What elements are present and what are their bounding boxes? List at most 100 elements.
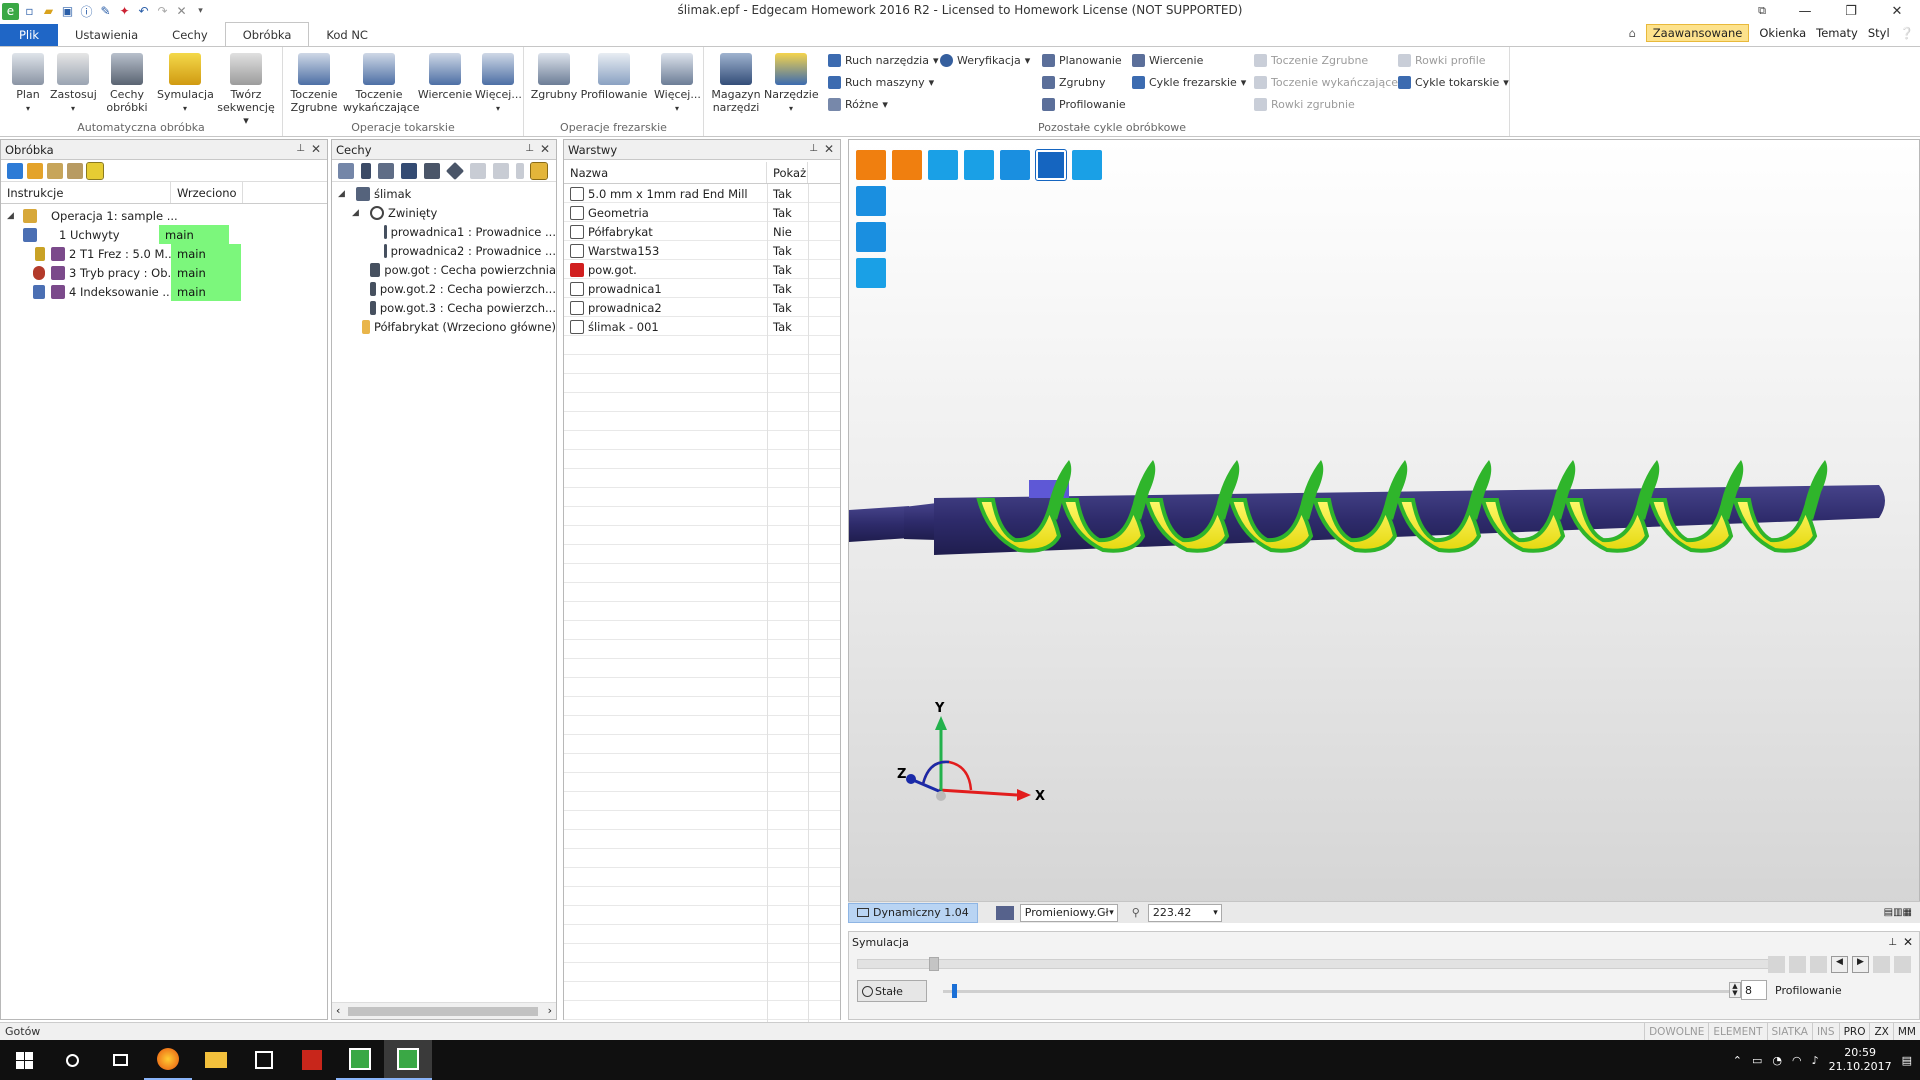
store-icon[interactable]	[240, 1040, 288, 1080]
layer-row[interactable]: Geometria Tak	[564, 203, 840, 222]
layer-row[interactable]: ślimak - 001 Tak	[564, 317, 840, 336]
scroll-right-icon[interactable]: ›	[548, 1004, 552, 1017]
mode-siatka[interactable]: SIATKA	[1766, 1023, 1812, 1041]
zgrubny-button[interactable]: Zgrubny	[530, 53, 578, 101]
wiecej-frezarskie-button[interactable]: Więcej... ▾	[654, 53, 701, 115]
collapse-triangle-icon[interactable]: ◢	[7, 211, 17, 221]
lock-icon[interactable]	[530, 161, 548, 180]
open-folder-icon[interactable]: ▰	[40, 3, 57, 20]
task-view-icon[interactable]	[96, 1040, 144, 1080]
undo-icon[interactable]: ↶	[135, 3, 152, 20]
notifications-icon[interactable]: ▤	[1902, 1054, 1912, 1067]
layer-row[interactable]: pow.got. Tak	[564, 260, 840, 279]
shading-select[interactable]: Promieniowy.Gł ▾	[1019, 903, 1118, 922]
cykle-tokarskie-button[interactable]: Cykle tokarskie ▾	[1398, 76, 1509, 89]
layers-icon[interactable]	[401, 162, 417, 179]
view-layout-icons[interactable]: ▤▥▦	[1884, 907, 1912, 918]
list-icon[interactable]	[47, 162, 63, 179]
speed-slider-thumb[interactable]	[952, 984, 957, 998]
app-icon[interactable]: e	[2, 2, 19, 20]
wiecej-tokarskie-button[interactable]: Więcej... ▾	[475, 53, 522, 115]
last-icon[interactable]	[1873, 956, 1890, 973]
wiercenie-button[interactable]: Wiercenie	[417, 53, 473, 101]
mode-zx[interactable]: ZX	[1869, 1023, 1892, 1041]
toczenie-zgrubne-small-button[interactable]: Toczenie Zgrubne	[1254, 54, 1368, 67]
tab-obrobka[interactable]: Obróbka	[224, 22, 310, 46]
stock-item[interactable]: Półfabrykat (Wrzeciono główne)	[332, 317, 556, 336]
mode-pro[interactable]: PRO	[1838, 1023, 1870, 1041]
tematy-menu[interactable]: Tematy	[1816, 26, 1858, 40]
simulation-progress-track[interactable]	[857, 959, 1769, 969]
tree-operation-root[interactable]: ◢ Operacja 1: sample ...	[1, 206, 327, 225]
stale-button[interactable]: Stałe	[857, 980, 927, 1002]
tree-icon[interactable]	[338, 162, 354, 179]
cykle-frezarskie-button[interactable]: Cykle frezarskie ▾	[1132, 76, 1246, 89]
pin-icon[interactable]: ⊥	[809, 143, 818, 154]
col-wrzeciono[interactable]: Wrzeciono	[171, 182, 243, 203]
collapse-triangle-icon[interactable]: ◢	[338, 189, 348, 199]
first-icon[interactable]	[1789, 956, 1806, 973]
feature-item[interactable]: prowadnica2 : Prowadnice ...	[332, 241, 556, 260]
network-icon[interactable]: ◔	[1772, 1054, 1782, 1067]
instruction-row-2[interactable]: 2 T1 Frez : 5.0 M... main	[1, 244, 327, 263]
qat-dropdown-icon[interactable]: ▾	[192, 3, 209, 20]
search-icon[interactable]	[48, 1040, 96, 1080]
cylinder-icon[interactable]	[361, 162, 371, 179]
zastosuj-button[interactable]: Zastosuj ▾	[50, 53, 97, 115]
mode-mm[interactable]: MM	[1892, 1023, 1920, 1041]
feature-group[interactable]: ◢ Zwinięty	[332, 203, 556, 222]
zoom-sim-icon[interactable]	[1894, 956, 1911, 973]
group-icon[interactable]	[67, 162, 83, 179]
ruch-maszyny-button[interactable]: Ruch maszyny ▾	[828, 76, 934, 89]
collapse-ribbon-icon[interactable]: ⌂	[1628, 26, 1635, 40]
save-icon[interactable]: ▣	[59, 3, 76, 20]
instruction-row-4[interactable]: 4 Indeksowanie ... main	[1, 282, 327, 301]
feature-root[interactable]: ◢ ślimak	[332, 184, 556, 203]
pin-icon[interactable]: ⊥	[525, 143, 534, 154]
feature-item[interactable]: pow.got : Cecha powierzchnia	[332, 260, 556, 279]
layer-row[interactable]: Półfabrykat Nie	[564, 222, 840, 241]
tab-ustawienia[interactable]: Ustawienia	[58, 24, 155, 46]
layer-row[interactable]: prowadnica2 Tak	[564, 298, 840, 317]
toczenie-zgrubne-button[interactable]: Toczenie Zgrubne	[287, 53, 341, 114]
collapse-triangle-icon[interactable]: ◢	[352, 208, 362, 218]
rowki-profile-button[interactable]: Rowki profile	[1398, 54, 1486, 67]
profilowanie-small-button[interactable]: Profilowanie	[1042, 98, 1126, 111]
wifi-icon[interactable]: ◠	[1792, 1054, 1802, 1067]
spinner-arrows-icon[interactable]: ▲ ▼	[1729, 982, 1741, 998]
scrollbar-thumb[interactable]	[348, 1007, 538, 1016]
prev-icon[interactable]: ◀	[1831, 956, 1848, 973]
step-value[interactable]: 8	[1741, 980, 1767, 1000]
tab-cechy[interactable]: Cechy	[155, 24, 225, 46]
diamond-icon[interactable]	[445, 161, 465, 180]
toczenie-wykanczajace-button[interactable]: Toczenie wykańczające	[343, 53, 420, 114]
redo-icon[interactable]: ↷	[154, 3, 171, 20]
brush-icon[interactable]: ✦	[116, 3, 133, 20]
close-button[interactable]: ✕	[1874, 0, 1920, 22]
profilowanie-button[interactable]: Profilowanie	[580, 53, 648, 101]
col-nazwa[interactable]: Nazwa	[564, 162, 767, 183]
new-file-icon[interactable]: ▫	[21, 3, 38, 20]
layer-row[interactable]: Warstwa153 Tak	[564, 241, 840, 260]
narzedzie-button[interactable]: Narzędzie ▾	[764, 53, 819, 115]
col-instrukcje[interactable]: Instrukcje	[1, 182, 171, 203]
chevron-up-icon[interactable]: ⌃	[1733, 1054, 1742, 1067]
magazyn-narzedzi-button[interactable]: Magazyn narzędzi	[710, 53, 762, 114]
plan-button[interactable]: Plan ▾	[8, 53, 48, 115]
cechy-obrobki-button[interactable]: Cechy obróbki	[103, 53, 151, 114]
wiercenie-small-button[interactable]: Wiercenie	[1132, 54, 1203, 67]
step-spinner[interactable]: ▲ ▼ 8 Profilowanie	[1729, 980, 1842, 1000]
planowanie-button[interactable]: Planowanie	[1042, 54, 1122, 67]
mode-ins[interactable]: INS	[1811, 1023, 1839, 1041]
feature-item[interactable]: pow.got.2 : Cecha powierzch...	[332, 279, 556, 298]
pdf-icon[interactable]	[288, 1040, 336, 1080]
table-icon[interactable]	[470, 162, 486, 179]
clock[interactable]: 20:59 21.10.2017	[1829, 1046, 1892, 1074]
rowki-zgrubnie-button[interactable]: Rowki zgrubnie	[1254, 98, 1355, 111]
tworz-sekwencje-button[interactable]: Twórz sekwencję ▾	[214, 53, 278, 127]
speed-slider-track[interactable]	[943, 990, 1743, 993]
filter-icon[interactable]: ⚲	[1132, 906, 1140, 919]
volume-icon[interactable]: ♪	[1812, 1054, 1819, 1067]
panel-close-icon[interactable]: ✕	[824, 142, 834, 156]
stop-icon[interactable]	[1768, 956, 1785, 973]
